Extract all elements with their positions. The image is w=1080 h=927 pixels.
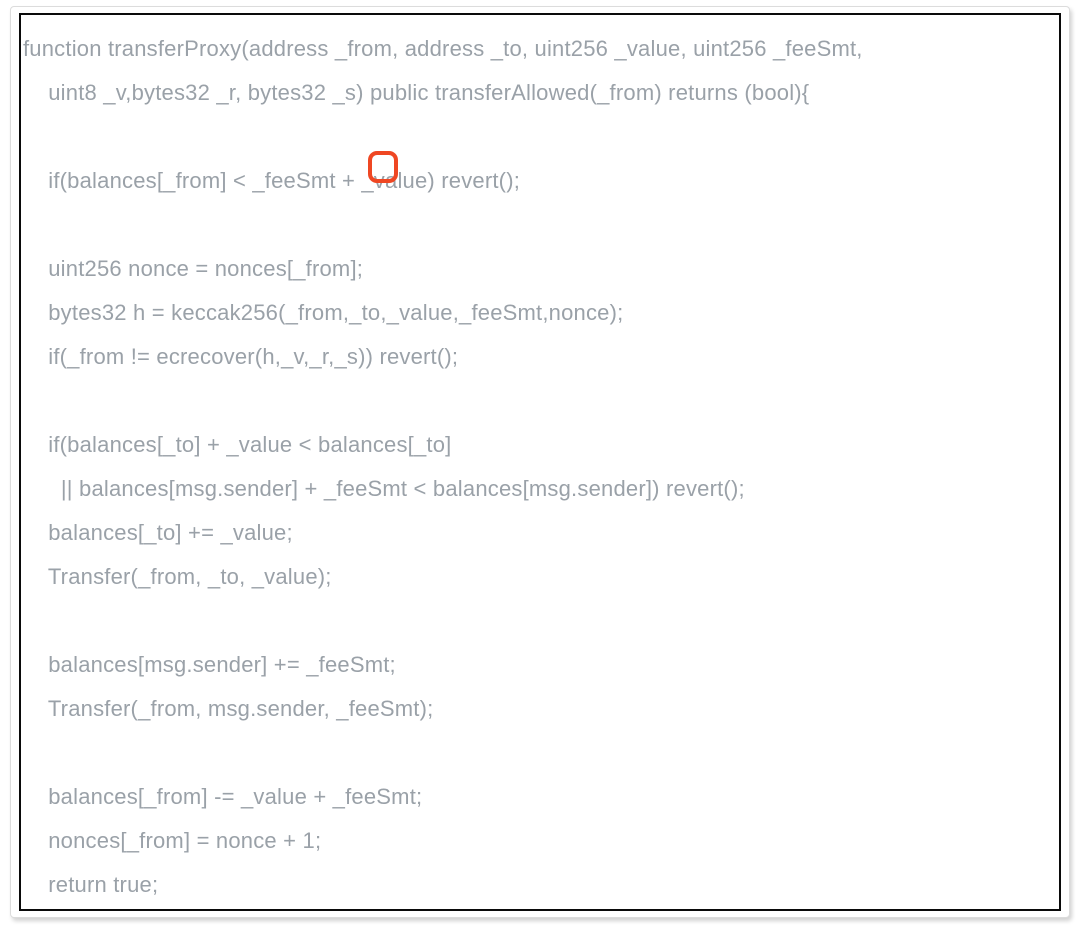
code-card: function transferProxy(address _from, ad… — [10, 6, 1070, 918]
code-block: function transferProxy(address _from, ad… — [21, 15, 1059, 911]
code-frame: function transferProxy(address _from, ad… — [19, 13, 1061, 911]
